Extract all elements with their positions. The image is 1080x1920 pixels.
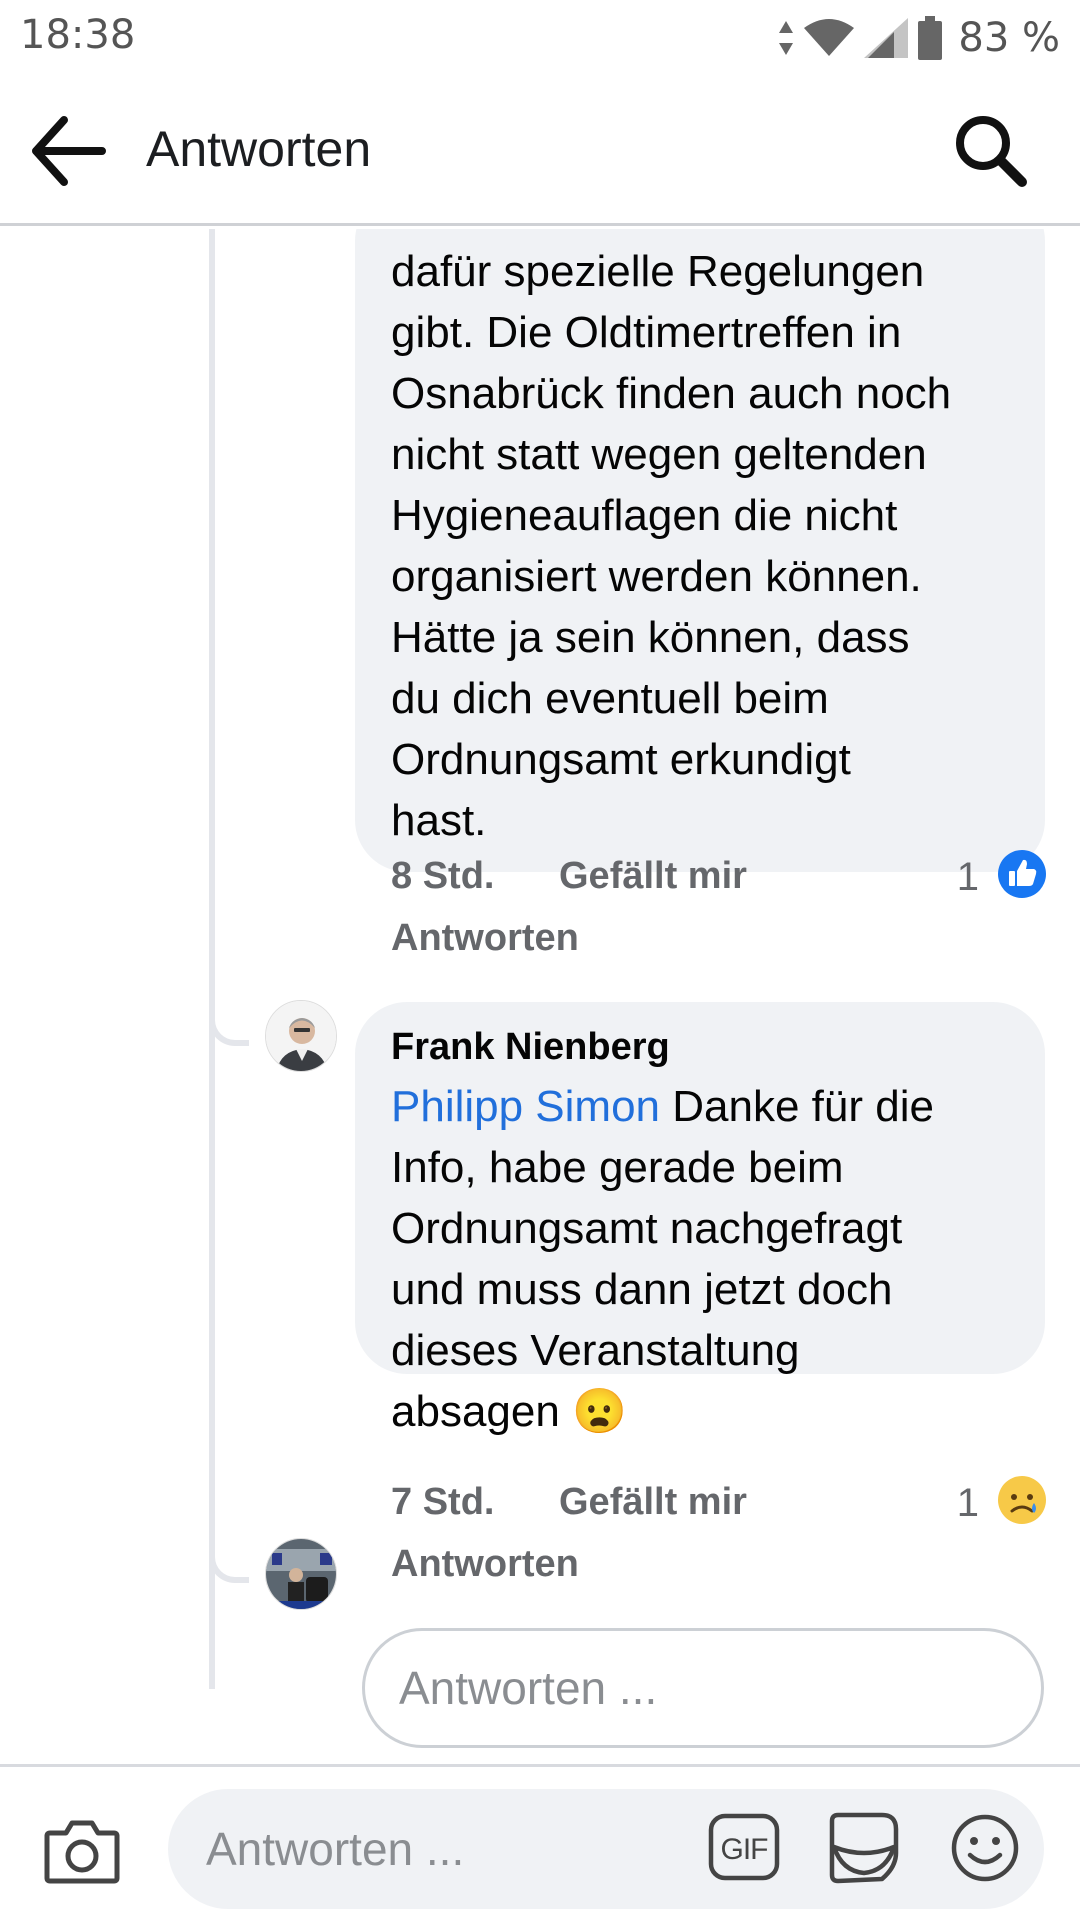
- comment-composer: Antworten ... GIF: [0, 1764, 1080, 1920]
- reaction-count[interactable]: 1: [957, 855, 979, 900]
- status-icons: 83 %: [778, 10, 1060, 66]
- wifi-icon: [804, 19, 855, 56]
- avatar[interactable]: [265, 1000, 337, 1072]
- gif-button[interactable]: GIF: [708, 1813, 780, 1881]
- status-bar: 18:38 83 %: [0, 0, 1080, 76]
- comment-time: 7 Std.: [391, 1481, 495, 1523]
- like-button[interactable]: Gefällt mir: [559, 855, 747, 898]
- thread-line: [209, 229, 215, 1689]
- mention-link[interactable]: Philipp Simon: [391, 1082, 660, 1131]
- composer-input[interactable]: Antworten ... GIF: [168, 1789, 1044, 1909]
- data-arrows-icon: [779, 21, 794, 55]
- frowning-emoji: 😦: [572, 1387, 627, 1436]
- search-button[interactable]: [952, 112, 1030, 190]
- comment-body: Danke für die Info, habe gerade beim Ord…: [391, 1082, 934, 1436]
- sticker-icon: [829, 1812, 899, 1884]
- search-icon: [956, 116, 1027, 187]
- thread-connector: [209, 1543, 249, 1583]
- like-icon[interactable]: [997, 849, 1047, 899]
- composer-placeholder: Antworten ...: [206, 1823, 465, 1875]
- back-button[interactable]: [30, 114, 110, 188]
- back-arrow-icon: [32, 116, 106, 186]
- emoji-button[interactable]: [950, 1813, 1020, 1883]
- app-bar: Antworten: [0, 76, 1080, 226]
- reply-button[interactable]: Antworten: [391, 917, 579, 960]
- sad-icon[interactable]: [997, 1475, 1047, 1525]
- comment-text: dafür spezielle Regelungen gibt. Die Old…: [391, 247, 952, 845]
- battery-icon: [918, 16, 943, 60]
- comment-author[interactable]: Frank Nienberg: [391, 1022, 1009, 1072]
- camera-icon: [44, 1820, 120, 1884]
- like-button[interactable]: Gefällt mir: [559, 1481, 747, 1524]
- comment-time: 8 Std.: [391, 855, 495, 897]
- comment-bubble[interactable]: dafür spezielle Regelungen gibt. Die Old…: [355, 229, 1045, 872]
- reply-button[interactable]: Antworten: [391, 1543, 579, 1586]
- emoji-icon: [951, 1814, 1019, 1882]
- comment-bubble[interactable]: Frank Nienberg Philipp Simon Danke für d…: [355, 1002, 1045, 1436]
- svg-text:GIF: GIF: [721, 1833, 769, 1866]
- comment-text: Philipp Simon Danke für die Info, habe g…: [391, 1076, 1009, 1442]
- camera-button[interactable]: [44, 1815, 120, 1885]
- thread-connector: [209, 1006, 249, 1046]
- reply-input[interactable]: Antworten ...: [362, 1628, 1044, 1748]
- battery-percentage: 83 %: [958, 15, 1060, 61]
- sticker-button[interactable]: [826, 1809, 902, 1887]
- author-avatar-icon: [266, 1001, 336, 1071]
- avatar: [265, 1538, 337, 1610]
- user-avatar-icon: [266, 1539, 336, 1609]
- replies-thread[interactable]: dafür spezielle Regelungen gibt. Die Old…: [0, 229, 1080, 1764]
- reaction-count[interactable]: 1: [957, 1481, 979, 1526]
- gif-icon: GIF: [708, 1813, 780, 1881]
- signal-icon: [864, 18, 909, 58]
- status-time: 18:38: [20, 12, 136, 58]
- page-title: Antworten: [146, 121, 372, 177]
